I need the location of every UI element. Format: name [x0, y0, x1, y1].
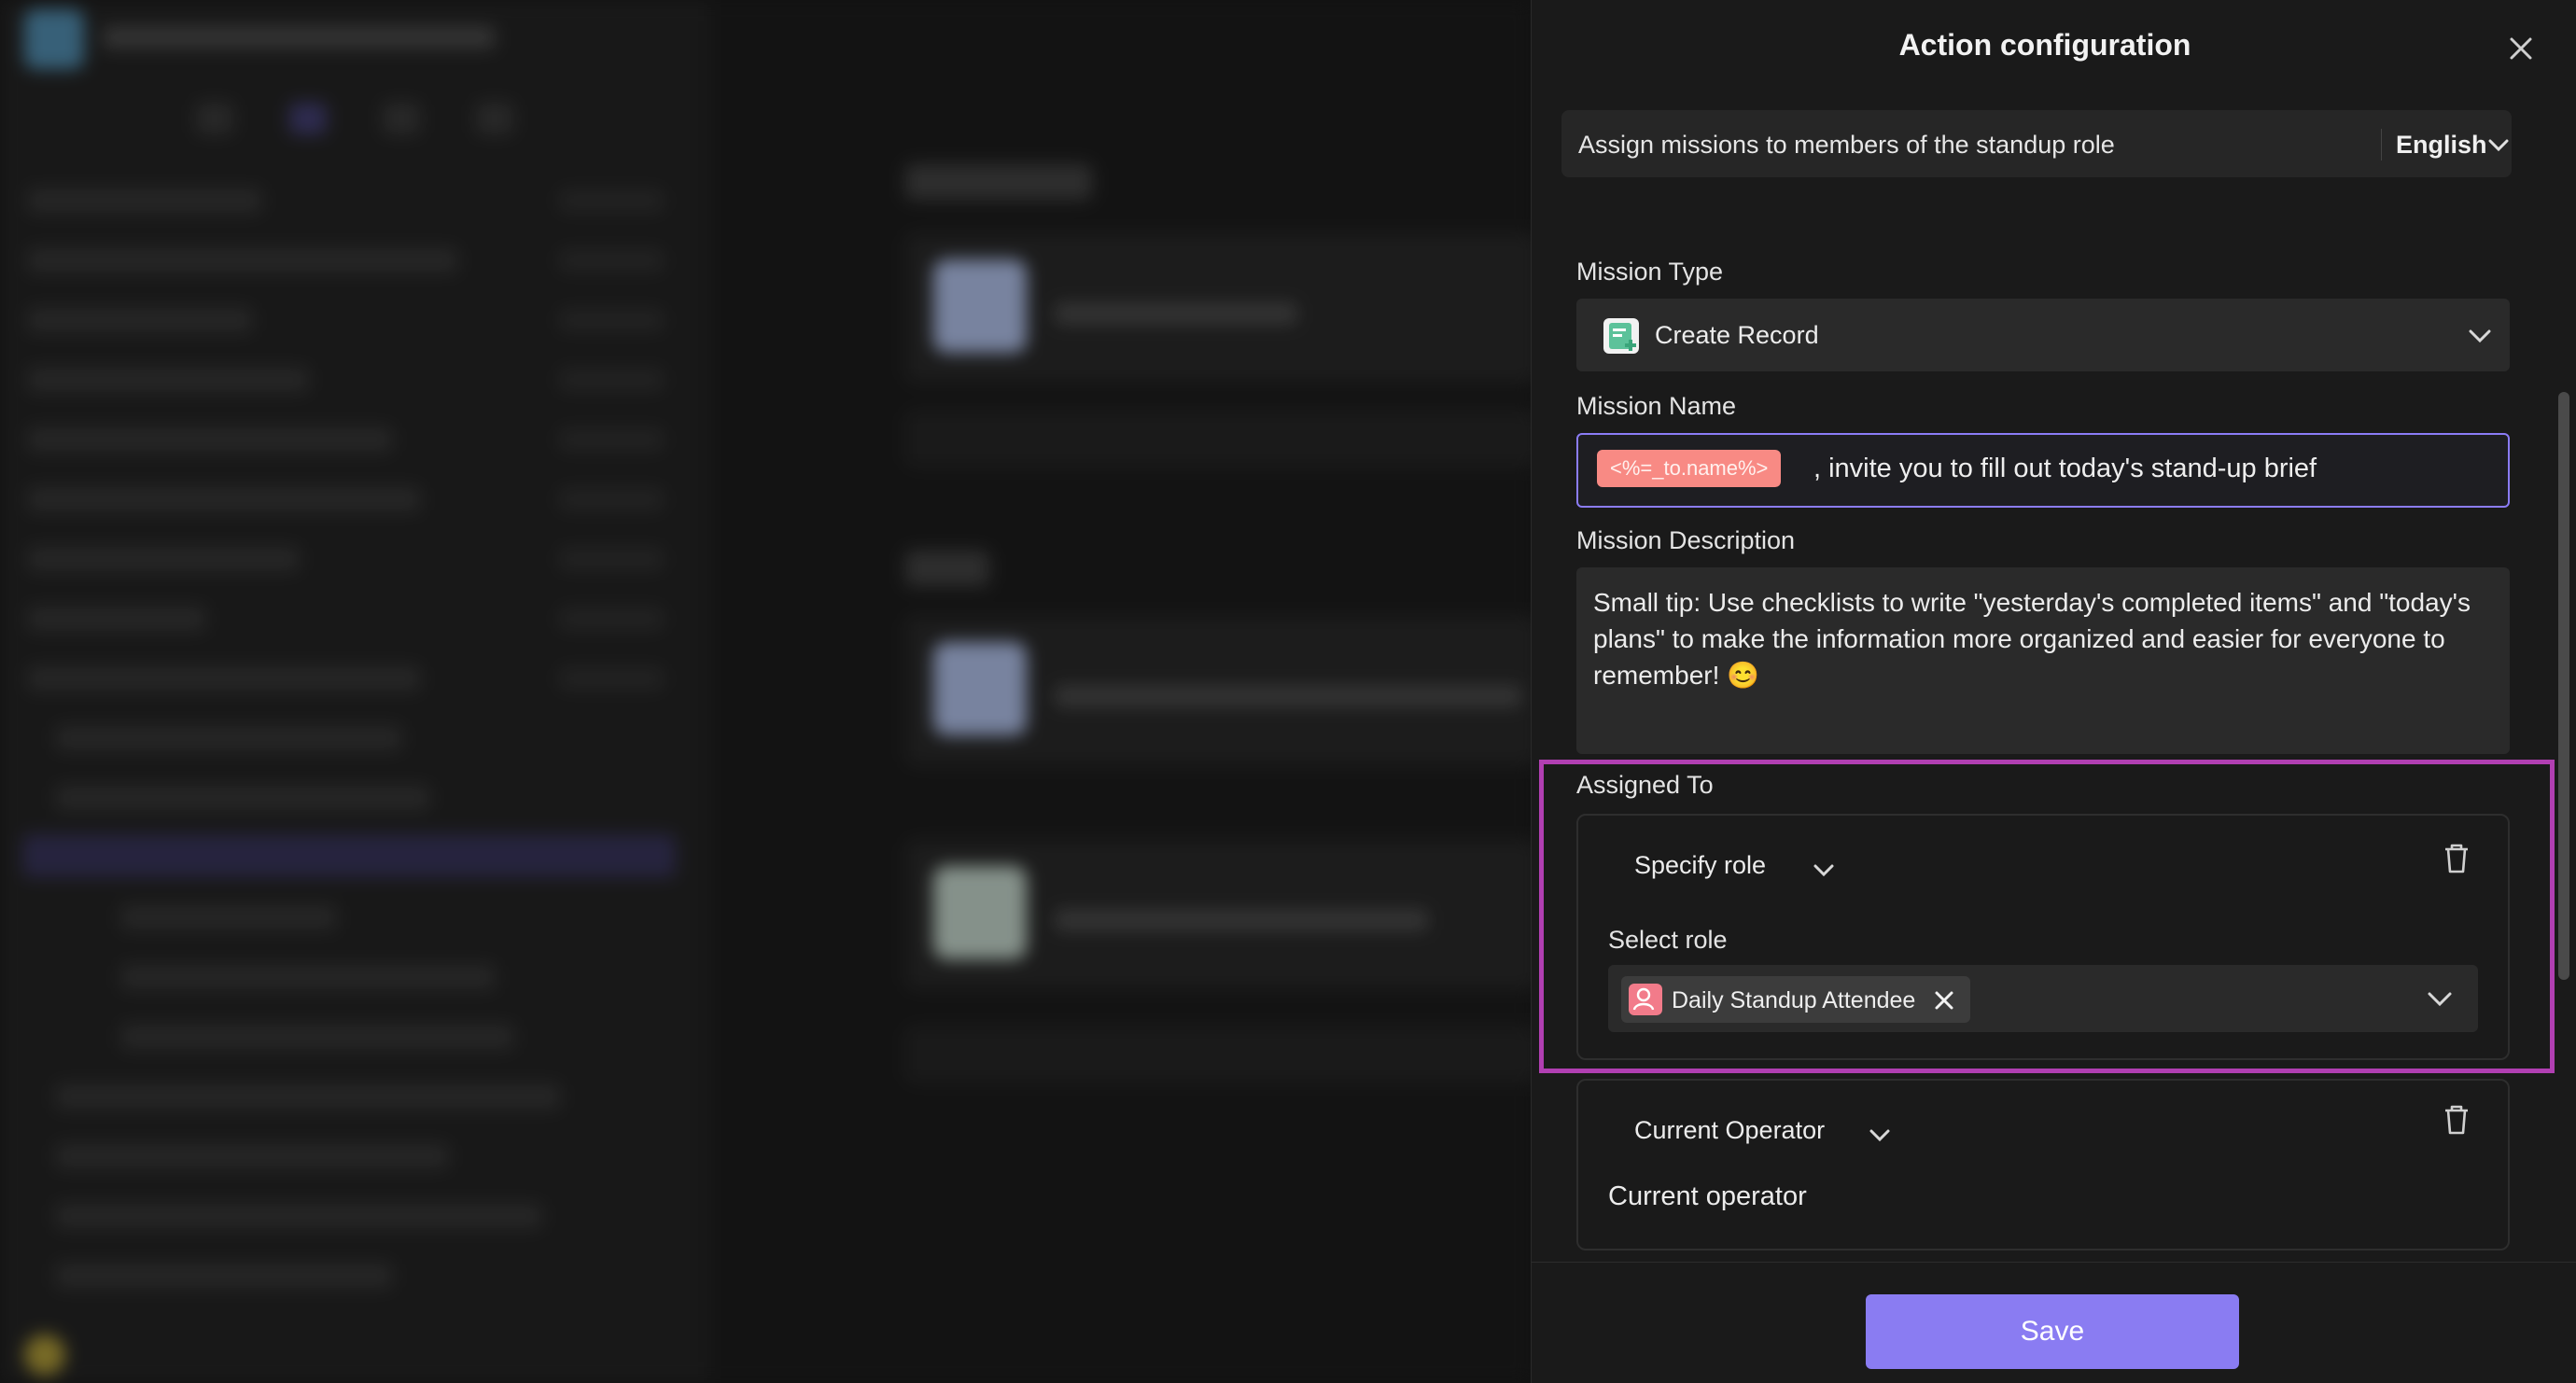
node-row — [121, 1025, 513, 1049]
node-meta — [560, 310, 663, 330]
node-row — [56, 1264, 392, 1288]
space-avatar — [24, 9, 84, 69]
delete-assignee-button[interactable] — [2441, 842, 2472, 875]
node-row — [56, 726, 401, 750]
background-main — [709, 0, 1540, 1383]
card-text — [1055, 685, 1521, 707]
language-select[interactable]: English — [2396, 123, 2512, 164]
automation-card — [905, 616, 1540, 765]
node-row — [28, 487, 420, 511]
variable-tag[interactable]: <%=_to.name%> — [1597, 450, 1782, 487]
card-icon — [933, 642, 1027, 735]
remove-role-button[interactable] — [1933, 989, 1955, 1012]
mission-name-text: , invite you to fill out today's stand-u… — [1813, 454, 2317, 483]
node-row — [56, 786, 429, 810]
drawer-header: Action configuration — [1532, 0, 2576, 103]
mission-type-label: Mission Type — [1576, 258, 1724, 286]
mission-description-input[interactable]: Small tip: Use checklists to write "yest… — [1576, 567, 2510, 754]
create-record-icon — [1603, 318, 1639, 354]
node-row — [28, 189, 261, 213]
background-app — [0, 0, 1540, 1383]
select-role-label: Select role — [1608, 926, 1728, 954]
node-row — [56, 1144, 448, 1168]
node-row — [121, 965, 495, 989]
mission-type-value: Create Record — [1655, 321, 1819, 349]
chevron-down-icon — [2428, 992, 2452, 1007]
save-button[interactable]: Save — [1866, 1294, 2239, 1369]
sidebar-tool — [289, 103, 327, 134]
card-text — [1055, 909, 1428, 931]
chevron-down-icon — [1813, 864, 1834, 877]
node-meta — [560, 608, 663, 629]
node-meta — [560, 429, 663, 450]
delete-assignee-button[interactable] — [2441, 1103, 2472, 1137]
node-meta — [560, 668, 663, 689]
assignee-type-label: Specify role — [1634, 851, 1767, 879]
card-icon — [933, 259, 1027, 353]
chevron-down-icon — [1869, 1129, 1890, 1142]
language-label: English — [2396, 131, 2487, 159]
mission-name-input[interactable]: <%=_to.name%> , invite you to fill out t… — [1576, 433, 2510, 508]
node-row — [28, 368, 308, 392]
drawer-body[interactable]: Assign missions to members of the standu… — [1532, 103, 2576, 1262]
automation-card — [905, 840, 1540, 989]
card-text — [1055, 302, 1297, 325]
drawer-title: Action configuration — [1898, 28, 2191, 62]
node-meta — [560, 370, 663, 390]
chevron-down-icon — [2488, 139, 2509, 152]
chevron-down-icon — [2469, 329, 2491, 343]
node-row — [56, 1204, 541, 1228]
card-icon — [933, 866, 1027, 959]
node-meta — [560, 250, 663, 271]
role-icon — [1629, 984, 1662, 1015]
current-operator-value: Current operator — [1608, 1181, 1807, 1211]
space-title-placeholder — [103, 26, 495, 49]
node-meta — [560, 190, 663, 211]
node-row — [28, 666, 420, 691]
mission-name-label: Mission Name — [1576, 392, 1737, 420]
scrollbar[interactable] — [2558, 392, 2569, 980]
node-row — [121, 905, 336, 929]
mission-description-label: Mission Description — [1576, 526, 1796, 554]
assignee-card-operator: Current Operator Current operator — [1576, 1079, 2510, 1250]
section-heading — [905, 164, 1092, 200]
automation-card — [905, 233, 1540, 383]
add-button — [905, 411, 1540, 467]
role-tag: Daily Standup Attendee — [1621, 976, 1970, 1023]
sidebar-tool — [476, 103, 513, 134]
add-button — [905, 1027, 1540, 1083]
trash-icon — [2445, 844, 2468, 873]
assigned-to-label: Assigned To — [1576, 771, 1714, 799]
node-row — [28, 248, 457, 272]
node-row — [28, 308, 252, 332]
drawer-footer: Save — [1532, 1262, 2576, 1383]
assignee-type-select[interactable]: Current Operator — [1634, 1116, 1890, 1153]
node-row — [28, 607, 205, 631]
assignee-card-role: Specify role Select role Daily Standup A… — [1576, 814, 2510, 1060]
background-sidebar — [0, 0, 709, 1383]
user-avatar — [24, 1334, 65, 1376]
selected-node-row — [22, 834, 676, 877]
node-row — [28, 427, 392, 452]
role-tag-label: Daily Standup Attendee — [1672, 987, 1916, 1013]
close-button[interactable] — [2502, 30, 2540, 67]
node-meta — [560, 489, 663, 510]
assignee-type-select[interactable]: Specify role — [1634, 851, 1834, 888]
close-icon — [2510, 37, 2532, 60]
action-description-bar: Assign missions to members of the standu… — [1561, 110, 2512, 177]
remove-icon — [1935, 991, 1953, 1010]
mission-type-select[interactable]: Create Record — [1576, 299, 2510, 371]
role-select[interactable]: Daily Standup Attendee — [1608, 965, 2478, 1032]
node-meta — [560, 549, 663, 569]
trash-icon — [2445, 1105, 2468, 1135]
action-description: Assign missions to members of the standu… — [1578, 131, 2115, 159]
node-row — [28, 547, 299, 571]
action-configuration-drawer: Action configuration Assign missions to … — [1531, 0, 2576, 1383]
node-row — [56, 1084, 560, 1109]
section-heading — [905, 551, 989, 586]
assignee-type-label: Current Operator — [1634, 1116, 1826, 1144]
divider — [2381, 129, 2382, 161]
sidebar-tool — [383, 103, 420, 134]
sidebar-tool — [196, 103, 233, 134]
